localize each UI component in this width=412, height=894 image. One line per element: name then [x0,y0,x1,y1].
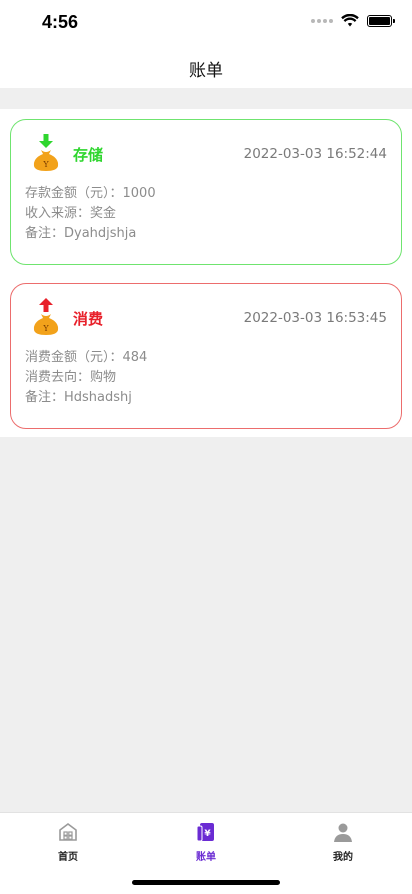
svg-text:¥: ¥ [204,829,211,839]
svg-text:Y: Y [42,160,49,169]
money-bag-deposit-icon: Y [33,134,59,171]
bill-timestamp: 2022-03-03 16:53:45 [243,310,387,326]
tab-bill[interactable]: ¥ 账单 [166,821,246,863]
bill-list: Y 存储 2022-03-03 16:52:44 存款金额（元）：1000 收入… [0,109,412,437]
money-bag-expense-icon: Y [33,298,59,335]
status-bar: 4:56 [0,0,412,46]
page-title: 账单 [189,61,223,81]
home-icon [59,823,77,841]
bill-destination: 消费去向：购物 [25,370,117,385]
tab-label: 首页 [58,852,78,863]
home-indicator[interactable] [132,880,280,885]
app-screen: 4:56 账单 Y 存储 2022-03-03 16:52:44 存款金额（元）… [0,0,412,894]
battery-icon [367,14,395,27]
navigation-bar: 账单 [0,46,412,88]
status-icons [311,14,395,27]
status-time: 4:56 [42,12,79,32]
svg-text:Y: Y [42,324,49,333]
bill-type-label: 存储 [73,146,104,164]
user-icon [334,823,352,842]
bill-type-label: 消费 [73,310,104,328]
bill-amount: 消费金额（元）：484 [25,350,148,365]
bill-timestamp: 2022-03-03 16:52:44 [243,146,387,162]
bill-amount: 存款金额（元）：1000 [25,186,156,201]
bill-card-expense[interactable]: Y 消费 2022-03-03 16:53:45 消费金额（元）：484 消费去… [10,283,402,429]
tab-label: 账单 [196,852,216,863]
bill-note: 备注：Hdshadshj [25,390,132,405]
bill-card-deposit[interactable]: Y 存储 2022-03-03 16:52:44 存款金额（元）：1000 收入… [10,119,402,265]
cellular-signal-icon [311,18,333,23]
bill-note: 备注：Dyahdjshja [25,226,137,241]
bill-icon: ¥ [196,823,214,842]
tab-home[interactable]: 首页 [28,821,108,863]
tab-profile[interactable]: 我的 [303,821,383,863]
wifi-icon [341,14,359,27]
tab-label: 我的 [333,852,353,863]
bill-source: 收入来源：奖金 [25,206,117,221]
